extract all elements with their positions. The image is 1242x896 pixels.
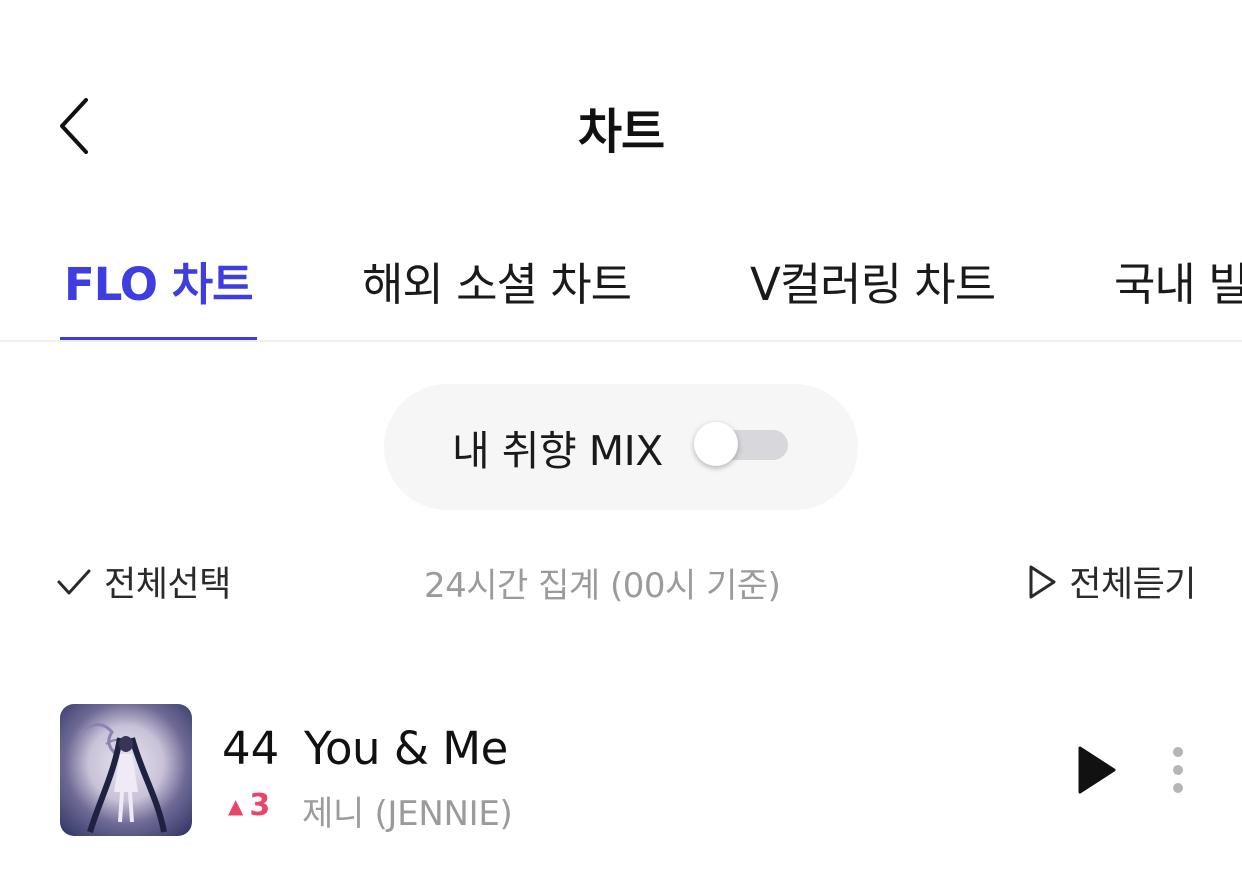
- page-title: 차트: [577, 104, 665, 160]
- track-title[interactable]: You & Me: [304, 722, 508, 775]
- aggregation-info: 24시간 집계 (00시 기준): [424, 566, 781, 606]
- track-artist[interactable]: 제니 (JENNIE): [302, 786, 513, 835]
- rank-up-icon: ▲: [228, 793, 244, 818]
- tab-vcoloring-chart[interactable]: V컬러링 차트: [750, 248, 996, 340]
- play-icon: [1078, 746, 1116, 794]
- track-row[interactable]: 44 You & Me ▲ 3 제니 (JENNIE): [0, 700, 1242, 840]
- chart-screen: 차트 FLO 차트 해외 소셜 차트 V컬러링 차트 국내 빌 내 취향 MIX…: [0, 0, 1242, 896]
- mix-toggle-pill: 내 취향 MIX: [384, 384, 858, 510]
- track-play-button[interactable]: [1072, 744, 1120, 796]
- mix-label: 내 취향 MIX: [452, 427, 663, 475]
- track-more-button[interactable]: [1164, 744, 1192, 796]
- play-all-button[interactable]: 전체듣기: [1027, 556, 1196, 607]
- tab-domestic-chart[interactable]: 국내 빌: [1114, 248, 1242, 340]
- list-controls: 전체선택 24시간 집계 (00시 기준) 전체듣기: [0, 556, 1242, 606]
- select-all-label: 전체선택: [104, 565, 231, 605]
- track-rank: 44: [222, 722, 280, 775]
- album-art[interactable]: [60, 704, 192, 836]
- tab-flo-chart[interactable]: FLO 차트: [60, 248, 257, 340]
- more-vertical-icon: [1173, 747, 1183, 793]
- checkmark-icon: [57, 569, 91, 594]
- chart-tabs: FLO 차트 해외 소셜 차트 V컬러링 차트 국내 빌: [0, 228, 1242, 342]
- play-outline-icon: [1029, 565, 1056, 598]
- rank-change-badge: ▲ 3: [228, 788, 270, 823]
- tab-overseas-social-chart[interactable]: 해외 소셜 차트: [362, 248, 632, 340]
- select-all-button[interactable]: 전체선택: [56, 556, 231, 607]
- toggle-knob: [694, 422, 738, 466]
- mix-toggle-switch[interactable]: [694, 422, 788, 466]
- rank-change-value: 3: [249, 788, 271, 823]
- album-cover-image: [78, 723, 167, 833]
- play-all-label: 전체듣기: [1069, 565, 1196, 605]
